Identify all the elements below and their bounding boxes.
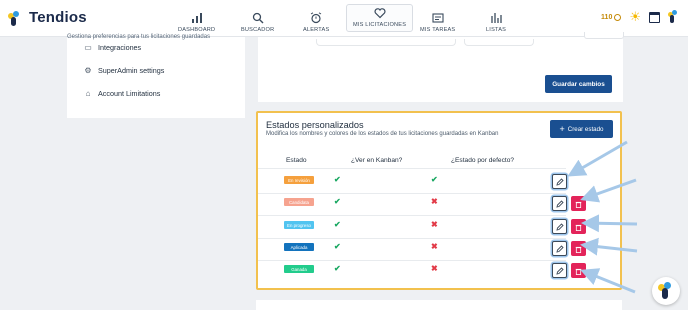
default-check-icon: ✔ [431,175,438,184]
trash-icon [575,218,582,236]
nav-dashboard[interactable]: DASHBOARD [178,3,215,33]
bar-chart-icon [191,13,202,23]
delete-state-button[interactable] [571,241,586,256]
sidebar-item-superadmin[interactable]: ⚙ SuperAdmin settings [84,66,164,75]
state-badge: Candidata [284,198,314,206]
edit-state-button[interactable] [552,219,567,234]
kanban-check-icon: ✔ [334,220,341,229]
calendar-icon[interactable] [649,11,660,23]
nav-alertas[interactable]: ALERTAS [303,3,329,33]
default-cross-icon: ✖ [431,242,438,251]
nav-buscador-label: BUSCADOR [241,27,275,33]
alarm-clock-icon [310,12,322,24]
pencil-icon [555,262,564,280]
next-card [256,300,622,310]
edit-state-button[interactable] [552,263,567,278]
custom-states-card: Estados personalizados Modifica los nomb… [256,111,622,290]
column-header-estado: Estado [286,157,307,164]
partial-field [316,39,456,46]
nav-mis-licitaciones[interactable]: MIS LICITACIONES [346,4,414,32]
row-divider [258,260,566,261]
sidebar-item-account-limitations[interactable]: ⌂ Account Limitations [84,88,161,98]
pencil-icon [555,218,564,236]
nav-buscador[interactable]: BUSCADOR [241,3,274,33]
edit-state-button[interactable] [552,241,567,256]
kanban-check-icon: ✔ [334,175,341,184]
default-cross-icon: ✖ [431,197,438,206]
pencil-icon [555,173,564,191]
tasks-icon [432,13,444,23]
row-divider [258,215,566,216]
default-cross-icon: ✖ [431,264,438,273]
coins-value: 110 [601,13,613,21]
tendios-logo-icon [8,10,24,26]
profile-logo-icon[interactable] [668,10,680,24]
nav-mis-licitaciones-label: MIS LICITACIONES [353,22,407,28]
column-header-default: ¿Estado por defecto? [451,157,515,164]
plus-icon: + [559,124,565,134]
sidebar-item-label: Account Limitations [98,89,161,98]
home-icon: ⌂ [85,88,91,98]
list-chart-icon [491,13,502,23]
sidebar-item-integraciones[interactable]: ▭ Integraciones [84,43,141,52]
delete-state-button[interactable] [571,263,586,278]
window-icon: ▭ [84,42,92,52]
app-logo[interactable]: Tendios [8,9,87,26]
state-badge: En revisión [284,176,314,184]
trash-icon [575,195,582,213]
row-divider [258,238,566,239]
save-changes-button[interactable]: Guardar cambios [545,75,612,93]
state-badge: Aplicada [284,243,314,251]
row-divider [258,193,566,194]
gear-icon: ⚙ [84,65,92,75]
nav-listas-label: LISTAS [486,27,507,33]
preferences-card: Guardar cambios [258,37,623,102]
nav-mis-tareas-label: MIS TAREAS [420,27,456,33]
kanban-check-icon: ✔ [334,242,341,251]
sun-icon[interactable]: ☀ [629,10,641,23]
kanban-check-icon: ✔ [334,264,341,273]
search-icon [252,12,264,24]
state-badge: Ganada [284,265,314,273]
delete-state-button[interactable] [571,219,586,234]
trash-icon [575,240,582,258]
app-logo-text: Tendios [29,9,87,26]
column-header-kanban: ¿Ver en Kanban? [351,157,403,164]
states-subtitle: Modifica los nombres y colores de los es… [266,131,499,137]
partial-button [584,32,624,39]
create-state-label: Crear estado [567,125,604,133]
nav-mis-tareas[interactable]: MIS TAREAS [420,3,455,33]
delete-state-button[interactable] [571,196,586,211]
default-cross-icon: ✖ [431,220,438,229]
trash-icon [575,262,582,280]
pencil-icon [555,195,564,213]
nav-listas[interactable]: LISTAS [486,3,506,33]
edit-state-button[interactable] [552,196,567,211]
edit-state-button[interactable] [552,174,567,189]
pencil-icon [555,240,564,258]
states-title: Estados personalizados [266,120,364,130]
sidebar-hint: Gestiona preferencias para tus licitacio… [67,34,211,40]
settings-sidebar: Gestiona preferencias para tus licitacio… [67,34,245,118]
partial-field [464,39,534,46]
table-divider [258,168,566,169]
coins-counter[interactable]: 110 [601,13,622,21]
heart-icon [374,8,386,19]
nav-dashboard-label: DASHBOARD [178,27,216,33]
coin-icon [614,13,622,21]
create-state-button[interactable]: + Crear estado [550,120,613,138]
nav-alertas-label: ALERTAS [303,27,330,33]
kanban-check-icon: ✔ [334,197,341,206]
chat-widget-button[interactable] [652,277,680,305]
state-badge: En progreso [284,221,314,229]
sidebar-item-label: Integraciones [98,43,142,52]
sidebar-item-label: SuperAdmin settings [98,66,165,75]
header-tools: 110 ☀ [601,10,680,24]
